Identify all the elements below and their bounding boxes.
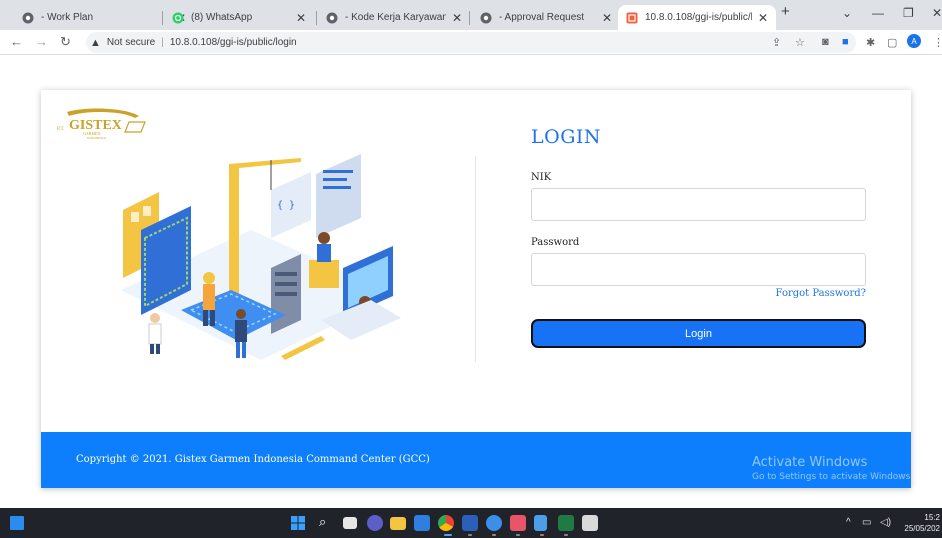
chrome-taskbar-icon[interactable] (438, 515, 454, 531)
tab-separator (469, 11, 470, 25)
excel-icon[interactable] (558, 515, 574, 531)
tab-title: (8) WhatsApp (191, 12, 253, 23)
network-icon[interactable]: ▭ (862, 517, 871, 528)
omnibox-divider: | (161, 37, 164, 48)
clock-time: 15:2 (924, 513, 940, 522)
menu-icon[interactable]: ⋮ (933, 36, 942, 49)
browser-tab-bar: - Work Plan ✕ (8) WhatsApp ✕ - Kode Kerj… (0, 0, 942, 30)
app-indicator (564, 534, 568, 536)
logo-prefix: P.T. (57, 127, 64, 132)
tab-title: 10.8.0.108/ggi-is/public/logi (645, 12, 752, 23)
snipping-tool-icon[interactable] (510, 515, 526, 531)
bookmark-star-icon[interactable]: ☆ (795, 36, 805, 49)
tab-separator (316, 11, 317, 25)
teams-icon[interactable] (486, 515, 502, 531)
tab-login-active[interactable]: 10.8.0.108/ggi-is/public/logi ✕ (618, 5, 776, 30)
taskbar-clock[interactable]: 15:2 25/05/202 (904, 512, 940, 534)
active-app-indicator (444, 534, 452, 536)
login-form: LOGIN NIK Password Forgot Password? Logi… (531, 124, 866, 348)
remote-desktop-icon[interactable] (582, 515, 598, 531)
app-indicator (492, 534, 496, 536)
close-tab-icon[interactable]: ✕ (758, 11, 768, 25)
login-card: P.T. GISTEX GARMEN INDONESIA { } LOGIN N… (41, 90, 911, 488)
tab-title: - Work Plan (41, 12, 94, 23)
tab-approval-request[interactable]: - Approval Request ✕ (472, 5, 620, 30)
restore-icon[interactable]: ❐ (903, 6, 914, 20)
chat-icon[interactable] (367, 515, 383, 531)
address-bar: ← → ↻ ▲ Not secure | 10.8.0.108/ggi-is/p… (0, 30, 942, 55)
url-text[interactable]: 10.8.0.108/ggi-is/public/login (170, 37, 297, 48)
login-button[interactable]: Login (531, 319, 866, 348)
gistex-logo: P.T. GISTEX GARMEN INDONESIA (57, 108, 146, 140)
footer-copyright: Copyright © 2021. Gistex Garmen Indonesi… (76, 454, 430, 465)
reload-icon[interactable]: ↻ (60, 34, 71, 50)
close-tab-icon[interactable]: ✕ (296, 11, 306, 25)
chrome-icon (22, 12, 34, 24)
chrome-icon (326, 12, 338, 24)
app-indicator (540, 534, 544, 536)
camera-icon[interactable]: ◙ (822, 36, 829, 48)
watermark-subtitle: Go to Settings to activate Windows. (752, 472, 914, 482)
password-input[interactable] (531, 253, 866, 286)
extension-icon[interactable]: ■ (842, 36, 849, 48)
tab-search-icon[interactable]: ⌄ (842, 6, 852, 20)
whatsapp-icon (172, 12, 184, 24)
app-indicator (516, 534, 520, 536)
new-tab-icon[interactable]: + (781, 3, 790, 20)
start-icon[interactable] (290, 515, 306, 531)
tab-whatsapp[interactable]: (8) WhatsApp ✕ (164, 5, 314, 30)
close-tab-icon[interactable]: ✕ (602, 11, 612, 25)
close-tab-icon[interactable]: ✕ (452, 11, 462, 25)
minimize-icon[interactable]: — (872, 6, 884, 20)
file-explorer-icon[interactable] (390, 517, 406, 530)
logo-line2: INDONESIA (87, 136, 107, 140)
vscode-icon[interactable] (414, 515, 430, 531)
clock-date: 25/05/202 (904, 524, 940, 533)
chrome-icon (480, 12, 492, 24)
watermark-title: Activate Windows (752, 455, 868, 470)
page-icon (626, 12, 638, 24)
back-icon[interactable]: ← (10, 34, 23, 49)
tab-title: - Kode Kerja Karyawan (345, 12, 446, 23)
security-label[interactable]: Not secure (107, 37, 155, 48)
warning-icon[interactable]: ▲ (90, 37, 101, 49)
password-label: Password (531, 237, 580, 248)
forgot-password-link[interactable]: Forgot Password? (776, 288, 866, 299)
share-icon[interactable]: ⇪ (772, 36, 781, 49)
side-panel-icon[interactable]: ▢ (887, 36, 897, 49)
word-icon[interactable] (462, 515, 478, 531)
puzzle-icon[interactable]: ✱ (866, 36, 875, 49)
construction-illustration: { } (121, 154, 401, 360)
card-divider (475, 156, 476, 362)
nik-input[interactable] (531, 188, 866, 221)
profile-avatar[interactable]: A (907, 34, 921, 48)
nik-label: NIK (531, 172, 552, 183)
app-indicator (468, 534, 472, 536)
notepad-icon[interactable] (534, 515, 547, 531)
page-viewport: P.T. GISTEX GARMEN INDONESIA { } LOGIN N… (0, 56, 942, 508)
search-icon[interactable]: ⌕ (319, 514, 335, 530)
volume-icon[interactable]: ◁) (880, 517, 891, 528)
close-window-icon[interactable]: ✕ (932, 6, 942, 20)
login-title: LOGIN (531, 126, 602, 148)
omnibox[interactable]: ▲ Not secure | 10.8.0.108/ggi-is/public/… (86, 32, 856, 53)
tab-separator (162, 11, 163, 25)
activate-windows-watermark: Activate Windows Go to Settings to activ… (752, 455, 913, 482)
widgets-icon[interactable] (10, 516, 24, 530)
show-hidden-icons-icon[interactable]: ^ (846, 517, 851, 528)
task-view-icon[interactable] (343, 517, 357, 529)
svg-text:{ }: { } (277, 200, 295, 211)
tab-title: - Approval Request (499, 12, 585, 23)
tab-kode-kerja[interactable]: - Kode Kerja Karyawan ✕ (318, 5, 470, 30)
windows-taskbar: ⌕ ^ ▭ ◁) 15:2 25/05/202 (0, 508, 942, 538)
forward-icon[interactable]: → (35, 34, 48, 49)
